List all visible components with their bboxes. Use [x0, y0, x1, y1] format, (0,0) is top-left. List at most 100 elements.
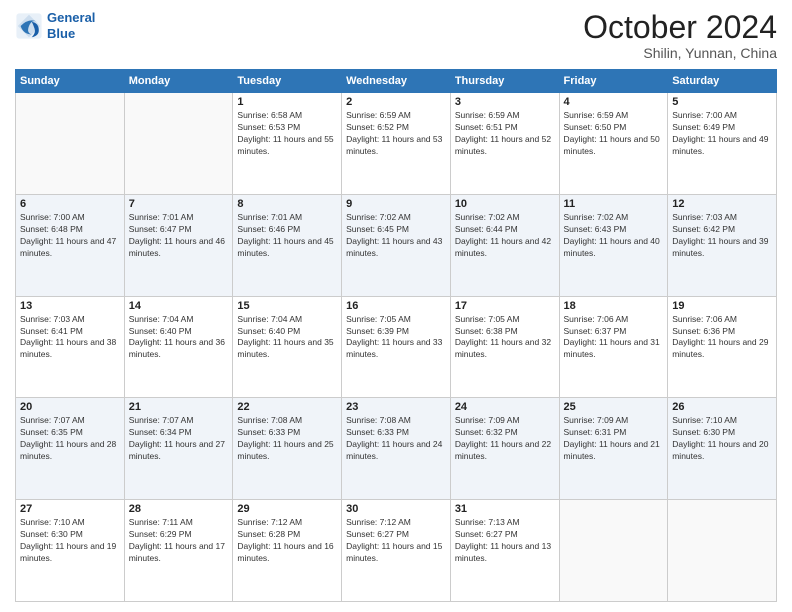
page: General Blue October 2024 Shilin, Yunnan… — [0, 0, 792, 612]
weekday-header: Saturday — [668, 70, 777, 93]
day-info: Sunrise: 6:59 AM Sunset: 6:52 PM Dayligh… — [346, 110, 446, 158]
day-info: Sunrise: 7:05 AM Sunset: 6:39 PM Dayligh… — [346, 314, 446, 362]
day-info: Sunrise: 7:10 AM Sunset: 6:30 PM Dayligh… — [672, 415, 772, 463]
calendar-cell: 26Sunrise: 7:10 AM Sunset: 6:30 PM Dayli… — [668, 398, 777, 500]
day-info: Sunrise: 7:03 AM Sunset: 6:42 PM Dayligh… — [672, 212, 772, 260]
day-info: Sunrise: 7:12 AM Sunset: 6:27 PM Dayligh… — [346, 517, 446, 565]
calendar-cell: 16 Sunrise: 7:05 AM Sunset: 6:39 PM Dayli… — [342, 296, 451, 398]
calendar-week-row: 1Sunrise: 6:58 AM Sunset: 6:53 PM Daylig… — [16, 93, 777, 195]
calendar-week-row: 13 Sunrise: 7:03 AM Sunset: 6:41 PM Dayli… — [16, 296, 777, 398]
day-info: Sunrise: 7:01 AM Sunset: 6:47 PM Dayligh… — [129, 212, 229, 260]
weekday-header-row: SundayMondayTuesdayWednesdayThursdayFrid… — [16, 70, 777, 93]
calendar-cell: 17 Sunrise: 7:05 AM Sunset: 6:38 PM Dayli… — [450, 296, 559, 398]
calendar-cell: 15 Sunrise: 7:04 AM Sunset: 6:40 PM Dayli… — [233, 296, 342, 398]
calendar-cell: 7 Sunrise: 7:01 AM Sunset: 6:47 PM Daylig… — [124, 194, 233, 296]
calendar-cell: 21 Sunrise: 7:07 AM Sunset: 6:34 PM Dayli… — [124, 398, 233, 500]
calendar-cell — [16, 93, 125, 195]
day-info: Sunrise: 7:00 AM Sunset: 6:48 PM Dayligh… — [20, 212, 120, 260]
day-number: 27 — [20, 503, 120, 515]
header: General Blue October 2024 Shilin, Yunnan… — [15, 10, 777, 61]
day-number: 4 — [564, 96, 664, 108]
calendar-cell — [668, 500, 777, 602]
weekday-header: Wednesday — [342, 70, 451, 93]
calendar-cell: 30 Sunrise: 7:12 AM Sunset: 6:27 PM Dayli… — [342, 500, 451, 602]
day-number: 7 — [129, 198, 229, 210]
calendar-cell: 18 Sunrise: 7:06 AM Sunset: 6:37 PM Dayli… — [559, 296, 668, 398]
calendar-cell: 28Sunrise: 7:11 AM Sunset: 6:29 PM Dayli… — [124, 500, 233, 602]
calendar-cell: 27 Sunrise: 7:10 AM Sunset: 6:30 PM Dayli… — [16, 500, 125, 602]
weekday-header: Thursday — [450, 70, 559, 93]
calendar-cell: 11 Sunrise: 7:02 AM Sunset: 6:43 PM Dayli… — [559, 194, 668, 296]
day-number: 29 — [237, 503, 337, 515]
day-number: 8 — [237, 198, 337, 210]
day-info: Sunrise: 7:06 AM Sunset: 6:36 PM Dayligh… — [672, 314, 772, 362]
calendar-cell: 14 Sunrise: 7:04 AM Sunset: 6:40 PM Dayli… — [124, 296, 233, 398]
day-info: Sunrise: 7:03 AM Sunset: 6:41 PM Dayligh… — [20, 314, 120, 362]
day-info: Sunrise: 7:11 AM Sunset: 6:29 PM Dayligh… — [129, 517, 229, 565]
calendar-cell: 20 Sunrise: 7:07 AM Sunset: 6:35 PM Dayli… — [16, 398, 125, 500]
calendar-cell: 9 Sunrise: 7:02 AM Sunset: 6:45 PM Daylig… — [342, 194, 451, 296]
day-info: Sunrise: 7:04 AM Sunset: 6:40 PM Dayligh… — [129, 314, 229, 362]
day-number: 9 — [346, 198, 446, 210]
day-info: Sunrise: 6:59 AM Sunset: 6:51 PM Dayligh… — [455, 110, 555, 158]
day-info: Sunrise: 7:13 AM Sunset: 6:27 PM Dayligh… — [455, 517, 555, 565]
day-info: Sunrise: 7:07 AM Sunset: 6:34 PM Dayligh… — [129, 415, 229, 463]
day-info: Sunrise: 7:08 AM Sunset: 6:33 PM Dayligh… — [346, 415, 446, 463]
day-info: Sunrise: 7:02 AM Sunset: 6:45 PM Dayligh… — [346, 212, 446, 260]
logo: General Blue — [15, 10, 95, 41]
weekday-header: Tuesday — [233, 70, 342, 93]
day-number: 21 — [129, 401, 229, 413]
calendar-cell: 4Sunrise: 6:59 AM Sunset: 6:50 PM Daylig… — [559, 93, 668, 195]
calendar-cell: 12 Sunrise: 7:03 AM Sunset: 6:42 PM Dayli… — [668, 194, 777, 296]
calendar-cell: 22 Sunrise: 7:08 AM Sunset: 6:33 PM Dayli… — [233, 398, 342, 500]
day-number: 31 — [455, 503, 555, 515]
calendar-cell: 2 Sunrise: 6:59 AM Sunset: 6:52 PM Daylig… — [342, 93, 451, 195]
weekday-header: Sunday — [16, 70, 125, 93]
day-info: Sunrise: 7:10 AM Sunset: 6:30 PM Dayligh… — [20, 517, 120, 565]
day-info: Sunrise: 7:05 AM Sunset: 6:38 PM Dayligh… — [455, 314, 555, 362]
calendar-cell: 23Sunrise: 7:08 AM Sunset: 6:33 PM Dayli… — [342, 398, 451, 500]
day-number: 18 — [564, 300, 664, 312]
calendar-cell: 13 Sunrise: 7:03 AM Sunset: 6:41 PM Dayli… — [16, 296, 125, 398]
day-info: Sunrise: 7:00 AM Sunset: 6:49 PM Dayligh… — [672, 110, 772, 158]
main-title: October 2024 — [583, 10, 777, 45]
calendar-cell: 19 Sunrise: 7:06 AM Sunset: 6:36 PM Dayli… — [668, 296, 777, 398]
day-number: 3 — [455, 96, 555, 108]
day-number: 15 — [237, 300, 337, 312]
calendar-cell: 1Sunrise: 6:58 AM Sunset: 6:53 PM Daylig… — [233, 93, 342, 195]
day-number: 19 — [672, 300, 772, 312]
calendar-cell: 5 Sunrise: 7:00 AM Sunset: 6:49 PM Daylig… — [668, 93, 777, 195]
logo-text: General Blue — [47, 10, 95, 41]
day-number: 12 — [672, 198, 772, 210]
day-number: 11 — [564, 198, 664, 210]
day-info: Sunrise: 7:01 AM Sunset: 6:46 PM Dayligh… — [237, 212, 337, 260]
day-info: Sunrise: 7:12 AM Sunset: 6:28 PM Dayligh… — [237, 517, 337, 565]
day-number: 24 — [455, 401, 555, 413]
day-info: Sunrise: 7:07 AM Sunset: 6:35 PM Dayligh… — [20, 415, 120, 463]
day-number: 22 — [237, 401, 337, 413]
day-number: 2 — [346, 96, 446, 108]
day-info: Sunrise: 7:08 AM Sunset: 6:33 PM Dayligh… — [237, 415, 337, 463]
day-info: Sunrise: 7:09 AM Sunset: 6:31 PM Dayligh… — [564, 415, 664, 463]
day-info: Sunrise: 7:09 AM Sunset: 6:32 PM Dayligh… — [455, 415, 555, 463]
day-number: 14 — [129, 300, 229, 312]
day-number: 30 — [346, 503, 446, 515]
calendar-cell: 6Sunrise: 7:00 AM Sunset: 6:48 PM Daylig… — [16, 194, 125, 296]
day-number: 20 — [20, 401, 120, 413]
day-number: 17 — [455, 300, 555, 312]
day-number: 1 — [237, 96, 337, 108]
day-info: Sunrise: 7:04 AM Sunset: 6:40 PM Dayligh… — [237, 314, 337, 362]
day-info: Sunrise: 7:02 AM Sunset: 6:43 PM Dayligh… — [564, 212, 664, 260]
calendar-cell: 8 Sunrise: 7:01 AM Sunset: 6:46 PM Daylig… — [233, 194, 342, 296]
day-number: 16 — [346, 300, 446, 312]
day-info: Sunrise: 7:06 AM Sunset: 6:37 PM Dayligh… — [564, 314, 664, 362]
day-number: 10 — [455, 198, 555, 210]
day-number: 25 — [564, 401, 664, 413]
title-section: October 2024 Shilin, Yunnan, China — [583, 10, 777, 61]
day-number: 5 — [672, 96, 772, 108]
calendar-cell — [124, 93, 233, 195]
calendar-table: SundayMondayTuesdayWednesdayThursdayFrid… — [15, 69, 777, 602]
day-number: 13 — [20, 300, 120, 312]
weekday-header: Friday — [559, 70, 668, 93]
calendar-cell: 24 Sunrise: 7:09 AM Sunset: 6:32 PM Dayli… — [450, 398, 559, 500]
